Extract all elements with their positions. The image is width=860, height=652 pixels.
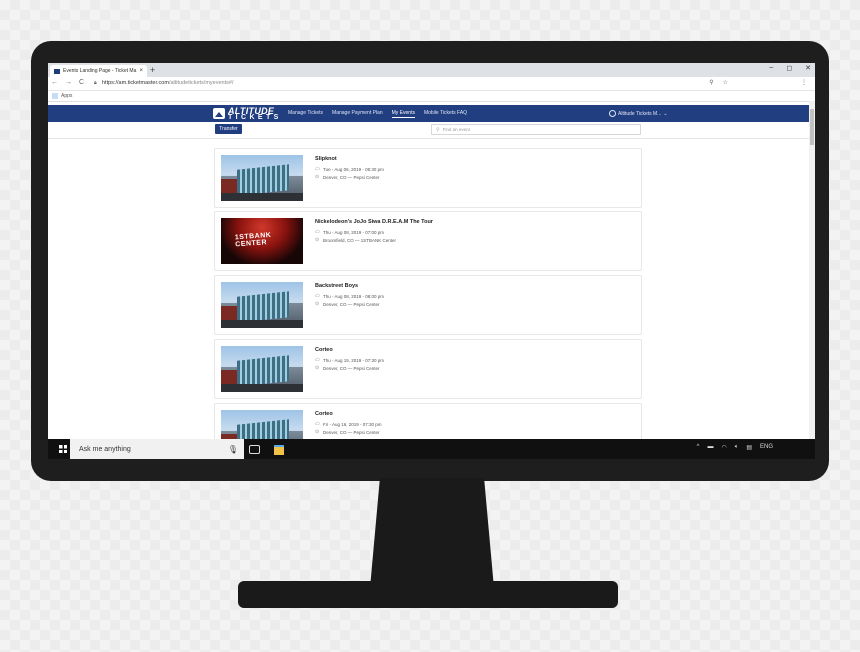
lock-icon: 🔒︎ — [94, 80, 97, 86]
account-label: Altitude Tickets M... — [618, 110, 662, 117]
event-date: Tue - Aug 06, 2019 - 05:30 pm — [323, 166, 384, 172]
account-menu[interactable]: Altitude Tickets M... ⌄ — [609, 110, 668, 117]
location-pin-icon: ⊙ — [315, 174, 320, 180]
events-toolbar: Transfer ⚲ Find an event — [48, 122, 809, 139]
event-image — [221, 155, 303, 201]
close-window-icon[interactable]: ✕ — [805, 64, 811, 72]
task-view-icon[interactable] — [249, 445, 260, 454]
event-venue: Denver, CO — Pepsi Center — [323, 429, 380, 435]
monitor-screen: Events Landing Page - Ticket Ma × + – ◻ … — [48, 63, 815, 459]
event-title[interactable]: Slipknot — [315, 156, 337, 162]
microphone-icon[interactable]: 🎙︎ — [228, 445, 238, 454]
system-tray: ^ ▬ ◠ 🔈︎ ▤ ENG — [697, 444, 773, 451]
event-venue: Denver, CO — Pepsi Center — [323, 365, 380, 371]
event-card[interactable]: Slipknot ▭ Tue - Aug 06, 2019 - 05:30 pm … — [214, 148, 642, 208]
event-title[interactable]: Corteo — [315, 411, 333, 417]
cortana-search-box[interactable]: Ask me anything 🎙︎ — [70, 439, 244, 459]
url-path: /altitudetickets/myevents#/ — [168, 80, 234, 86]
wifi-icon[interactable]: ◠ — [721, 444, 726, 451]
apps-bookmark[interactable]: Apps — [61, 93, 72, 99]
url-host: https://am.ticketmaster.com — [102, 80, 169, 86]
browser-tab[interactable]: Events Landing Page - Ticket Ma × — [50, 65, 147, 77]
menu-icon[interactable]: ⋮ — [801, 79, 807, 86]
transfer-button[interactable]: Transfer — [215, 124, 242, 134]
event-title[interactable]: Corteo — [315, 347, 333, 353]
event-venue: Broomfield, CO — 1STBANK Center — [323, 237, 397, 243]
nav-mobile-tickets-faq[interactable]: Mobile Tickets FAQ — [424, 110, 467, 118]
star-icon[interactable]: ☆ — [723, 79, 728, 86]
event-image — [221, 346, 303, 392]
reload-icon[interactable]: C — [79, 79, 84, 86]
url-field[interactable]: https://am.ticketmaster.com/altitudetick… — [102, 80, 233, 86]
apps-grid-icon[interactable] — [52, 93, 58, 99]
window-controls: – ◻ ✕ — [769, 64, 811, 72]
find-event-input[interactable]: ⚲ Find an event — [431, 124, 641, 135]
windows-taskbar: Ask me anything 🎙︎ ^ ▬ ◠ 🔈︎ ▤ ENG — [48, 439, 815, 459]
cortana-placeholder: Ask me anything — [79, 445, 131, 453]
forward-icon[interactable]: → — [65, 79, 72, 86]
event-date: Thu - Aug 08, 2019 - 07:00 pm — [323, 229, 385, 235]
event-venue: Denver, CO — Pepsi Center — [323, 301, 380, 307]
page-scrollbar[interactable] — [809, 101, 815, 459]
nav-manage-tickets[interactable]: Manage Tickets — [288, 110, 323, 118]
calendar-icon: ▭ — [315, 166, 320, 172]
monitor-stand-neck — [370, 478, 494, 588]
event-date: Thu - Aug 15, 2019 - 07:30 pm — [323, 357, 385, 363]
event-date: Fri - Aug 16, 2019 - 07:30 pm — [323, 421, 382, 427]
search-icon: ⚲ — [436, 126, 440, 133]
chevron-down-icon: ⌄ — [663, 110, 668, 117]
user-icon — [609, 110, 616, 117]
monitor-stand-base — [238, 581, 618, 608]
event-card[interactable]: Backstreet Boys ▭ Thu - Aug 08, 2019 - 08… — [214, 275, 642, 335]
language-indicator[interactable]: ENG — [760, 444, 773, 451]
event-card[interactable]: 1STBANK CENTER Nickelodeon's JoJo Siwa D… — [214, 211, 642, 271]
calendar-icon: ▭ — [315, 357, 320, 363]
volume-icon[interactable]: 🔈︎ — [735, 444, 739, 451]
calendar-icon: ▭ — [315, 229, 320, 235]
site-header: ALTITUDE TICKETS Manage Tickets Manage P… — [48, 105, 809, 122]
calendar-icon: ▭ — [315, 293, 320, 299]
battery-icon[interactable]: ▬ — [707, 444, 713, 451]
main-nav: Manage Tickets Manage Payment Plan My Ev… — [288, 110, 467, 118]
event-date: Thu - Aug 08, 2019 - 08:00 pm — [323, 293, 385, 299]
file-explorer-icon[interactable] — [274, 445, 284, 455]
search-icon[interactable]: ⚲ — [709, 79, 713, 86]
tab-close-icon[interactable]: × — [139, 68, 143, 74]
location-pin-icon: ⊙ — [315, 301, 320, 307]
event-image: 1STBANK CENTER — [221, 218, 303, 264]
new-tab-button[interactable]: + — [150, 65, 155, 75]
event-venue: Denver, CO — Pepsi Center — [323, 174, 380, 180]
logo-mark-icon — [213, 108, 225, 119]
tab-title: Events Landing Page - Ticket Ma — [63, 68, 137, 74]
maximize-icon[interactable]: ◻ — [786, 64, 792, 72]
nav-my-events[interactable]: My Events — [391, 110, 415, 118]
bookmarks-bar: Apps — [48, 91, 815, 102]
windows-start-icon[interactable] — [59, 445, 67, 453]
event-title[interactable]: Nickelodeon's JoJo Siwa D.R.E.A.M The To… — [315, 219, 433, 225]
browser-tab-bar: Events Landing Page - Ticket Ma × + – ◻ … — [48, 63, 815, 77]
notifications-icon[interactable]: ▤ — [746, 444, 752, 451]
nav-manage-payment-plan[interactable]: Manage Payment Plan — [332, 110, 383, 118]
logo-line-2: TICKETS — [228, 114, 282, 121]
location-pin-icon: ⊙ — [315, 237, 320, 243]
chevron-up-icon[interactable]: ^ — [697, 444, 700, 451]
event-title[interactable]: Backstreet Boys — [315, 283, 358, 289]
minimize-icon[interactable]: – — [769, 64, 773, 72]
altitude-tickets-logo[interactable]: ALTITUDE TICKETS — [213, 106, 280, 121]
event-card[interactable]: Corteo ▭ Thu - Aug 15, 2019 - 07:30 pm ⊙ D… — [214, 339, 642, 399]
location-pin-icon: ⊙ — [315, 365, 320, 371]
site-favicon-icon — [54, 68, 60, 74]
calendar-icon: ▭ — [315, 421, 320, 427]
address-bar: ← → C 🔒︎ https://am.ticketmaster.com/alt… — [48, 77, 815, 91]
find-event-placeholder: Find an event — [442, 127, 470, 132]
event-image — [221, 282, 303, 328]
scrollbar-thumb[interactable] — [810, 109, 814, 145]
back-icon[interactable]: ← — [51, 79, 58, 86]
location-pin-icon: ⊙ — [315, 429, 320, 435]
